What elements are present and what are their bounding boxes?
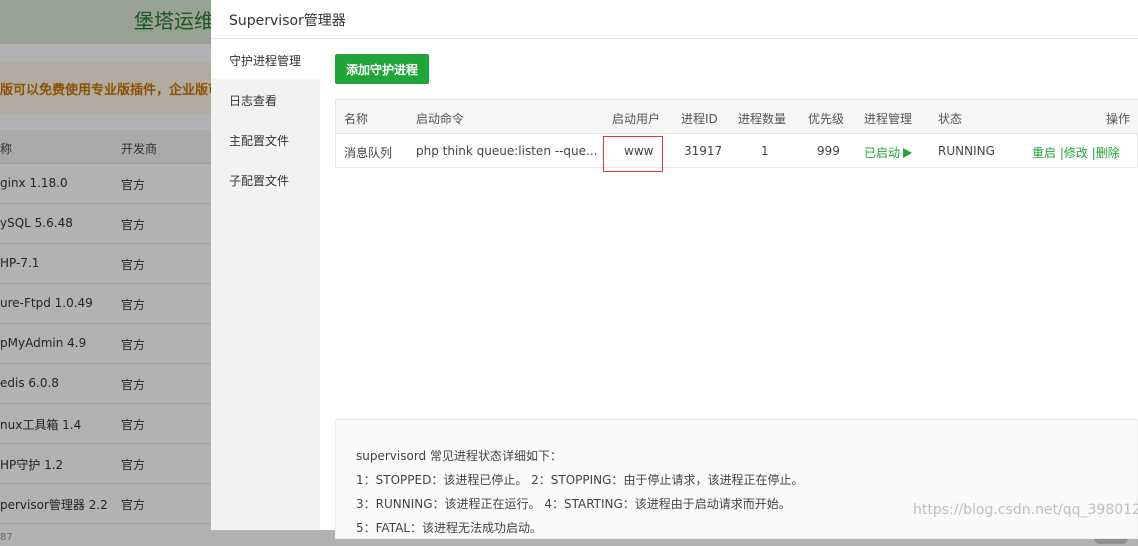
- process-manage-toggle[interactable]: 已启动: [864, 144, 913, 161]
- modal-header: Supervisor管理器: [211, 0, 1138, 39]
- col-status: 状态: [938, 112, 963, 126]
- process-priority: 999: [817, 144, 840, 158]
- sidebar-item-sub-config[interactable]: 子配置文件: [211, 159, 320, 199]
- table-header: 名称 启动命令 启动用户 进程ID 进程数量 优先级 进程管理 状态 操作: [336, 100, 1138, 134]
- process-count: 1: [761, 144, 769, 158]
- sidebar-item-main-config[interactable]: 主配置文件: [211, 119, 320, 159]
- col-priority: 优先级: [808, 112, 845, 126]
- modal-sidebar: 守护进程管理 日志查看 主配置文件 子配置文件: [211, 39, 320, 530]
- col-pid: 进程ID: [681, 112, 718, 126]
- status-help-heading: supervisord 常见进程状态详细如下：: [356, 449, 562, 463]
- status-help-line: 5：FATAL：该进程无法成功启动。: [356, 521, 543, 535]
- table-row: 消息队列 php think queue:listen --que... www…: [336, 134, 1138, 168]
- process-name: 消息队列: [344, 146, 393, 160]
- sidebar-item-log-view[interactable]: 日志查看: [211, 79, 320, 119]
- process-command: php think queue:listen --que...: [416, 144, 598, 158]
- col-user: 启动用户: [612, 112, 661, 126]
- process-table: 名称 启动命令 启动用户 进程ID 进程数量 优先级 进程管理 状态 操作 消息…: [335, 99, 1138, 172]
- col-actions: 操作: [1106, 112, 1131, 126]
- col-command: 启动命令: [416, 112, 465, 126]
- process-status: RUNNING: [938, 144, 995, 158]
- process-pid: 31917: [684, 144, 723, 158]
- modal-title: Supervisor管理器: [229, 13, 346, 29]
- watermark: https://blog.csdn.net/qq_398012: [913, 502, 1138, 518]
- col-count: 进程数量: [738, 112, 787, 126]
- play-icon: [903, 148, 913, 158]
- status-help-box: supervisord 常见进程状态详细如下： 1：STOPPED：该进程已停止…: [335, 419, 1138, 539]
- col-manage: 进程管理: [864, 112, 913, 126]
- add-daemon-button[interactable]: 添加守护进程: [335, 54, 429, 84]
- process-actions: 重启 |修改 |删除: [1032, 144, 1120, 161]
- col-name: 名称: [344, 112, 369, 126]
- restart-link[interactable]: 重启: [1032, 146, 1056, 160]
- delete-link[interactable]: 删除: [1096, 146, 1120, 160]
- edit-link[interactable]: 修改: [1064, 146, 1088, 160]
- highlight-box: [603, 136, 663, 172]
- modal-content: 添加守护进程 名称 启动命令 启动用户 进程ID 进程数量 优先级 进程管理 状…: [320, 39, 1138, 539]
- supervisor-modal: Supervisor管理器 守护进程管理 日志查看 主配置文件 子配置文件 添加…: [211, 0, 1138, 539]
- status-help-line: 1：STOPPED：该进程已停止。 2：STOPPING：由于停止请求，该进程正…: [356, 473, 804, 487]
- sidebar-item-daemon-management[interactable]: 守护进程管理: [211, 39, 320, 79]
- process-manage-label: 已启动: [864, 146, 901, 160]
